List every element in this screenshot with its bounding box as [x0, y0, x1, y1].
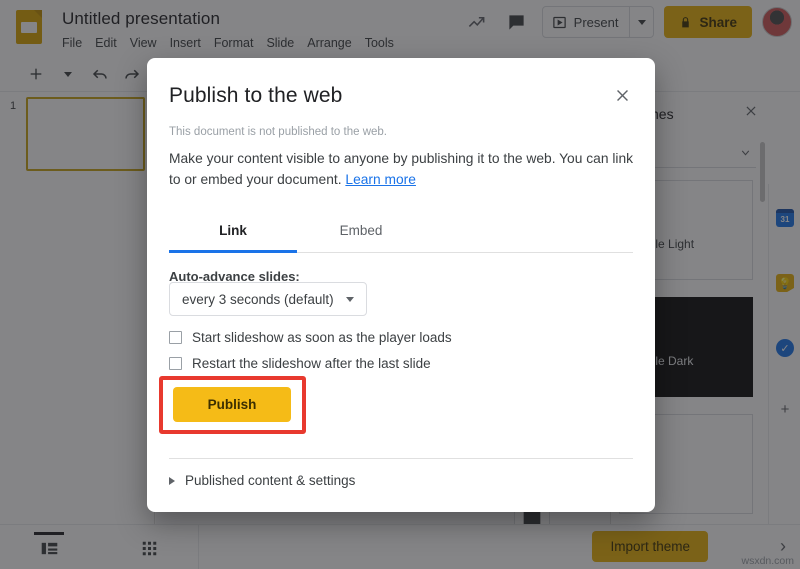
expander-label: Published content & settings — [185, 473, 355, 488]
tab-embed[interactable]: Embed — [297, 213, 425, 252]
checkbox-autostart-label: Start slideshow as soon as the player lo… — [192, 330, 452, 345]
dialog-divider — [169, 458, 633, 459]
publish-status-text: This document is not published to the we… — [169, 126, 387, 138]
checkbox-restart[interactable] — [169, 357, 182, 370]
triangle-right-icon — [169, 477, 175, 485]
checkbox-row-restart[interactable]: Restart the slideshow after the last sli… — [169, 356, 431, 371]
auto-advance-select[interactable]: every 3 seconds (default) — [169, 282, 367, 316]
dialog-tabs: Link Embed — [169, 213, 633, 253]
dialog-close-icon[interactable] — [611, 84, 633, 106]
learn-more-link[interactable]: Learn more — [345, 172, 416, 187]
caret-down-icon — [346, 297, 354, 302]
checkbox-row-autostart[interactable]: Start slideshow as soon as the player lo… — [169, 330, 452, 345]
dialog-title: Publish to the web — [169, 84, 342, 108]
checkbox-restart-label: Restart the slideshow after the last sli… — [192, 356, 431, 371]
auto-advance-value: every 3 seconds (default) — [182, 292, 334, 307]
tab-link[interactable]: Link — [169, 213, 297, 252]
google-slides-window: Untitled presentation File Edit View Ins… — [0, 0, 800, 569]
dialog-description: Make your content visible to anyone by p… — [169, 148, 641, 190]
published-content-settings-expander[interactable]: Published content & settings — [169, 473, 355, 488]
publish-button[interactable]: Publish — [173, 387, 291, 422]
publish-to-web-dialog: Publish to the web This document is not … — [147, 58, 655, 512]
checkbox-autostart[interactable] — [169, 331, 182, 344]
